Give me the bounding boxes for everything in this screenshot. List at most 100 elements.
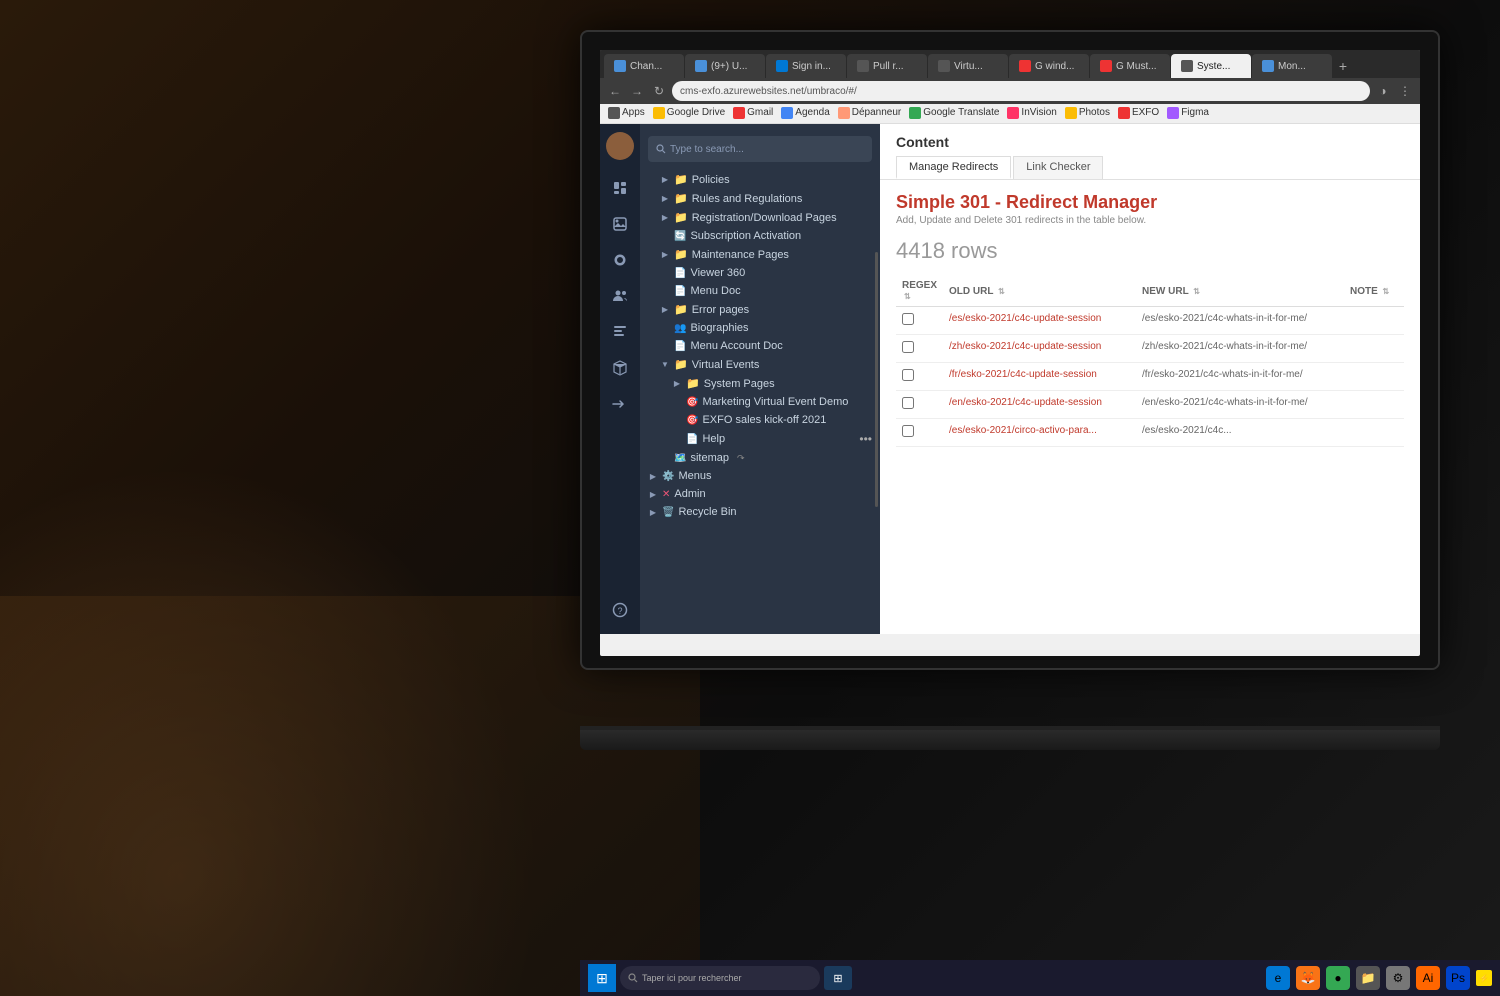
tab-music[interactable]: G Must... (1090, 54, 1170, 78)
tree-item-rules[interactable]: ▶ 📁 Rules and Regulations (640, 189, 880, 208)
tab-mon[interactable]: Mon... (1252, 54, 1332, 78)
bookmark-agenda[interactable]: Agenda (781, 107, 829, 119)
extensions-button[interactable]: ◑ (1374, 82, 1392, 100)
tree-item-help[interactable]: ▶ 📄 Help ••• (640, 429, 880, 449)
apps-icon (608, 107, 620, 119)
table-header-note: NOTE ⇅ (1344, 276, 1404, 307)
bookmark-translate[interactable]: Google Translate (909, 107, 999, 119)
tab-pull[interactable]: Pull r... (847, 54, 927, 78)
note-cell (1344, 335, 1404, 363)
folder-icon: 📁 (674, 173, 688, 186)
tree-item-marketing-event[interactable]: ▶ 🎯 Marketing Virtual Event Demo (640, 393, 880, 411)
chrome-icon[interactable]: ● (1326, 966, 1350, 990)
bookmark-drive[interactable]: Google Drive (653, 107, 725, 119)
tree-item-admin[interactable]: ▶ ✕ Admin (640, 485, 880, 503)
regex-checkbox[interactable] (902, 425, 914, 437)
tab-virtual[interactable]: Virtu... (928, 54, 1008, 78)
sidebar-icon-media[interactable] (604, 208, 636, 240)
new-tab-button[interactable]: + (1333, 54, 1353, 78)
tree-item-exfo-kickoff[interactable]: ▶ 🎯 EXFO sales kick-off 2021 (640, 411, 880, 429)
tab-favicon (776, 60, 788, 72)
tree-item-errorpages[interactable]: ▶ 📁 Error pages (640, 300, 880, 319)
address-text: cms-exfo.azurewebsites.net/umbraco/#/ (680, 86, 857, 97)
explorer-icon[interactable]: 📁 (1356, 966, 1380, 990)
tree-item-registration[interactable]: ▶ 📁 Registration/Download Pages (640, 208, 880, 227)
user-avatar[interactable] (606, 132, 634, 160)
sidebar-icon-help[interactable]: ? (604, 594, 636, 626)
new-url: /zh/esko-2021/c4c-whats-in-it-for-me/ (1142, 341, 1307, 352)
back-button[interactable]: ← (606, 82, 624, 100)
tab-signin[interactable]: Sign in... (766, 54, 846, 78)
regex-checkbox[interactable] (902, 397, 914, 409)
tree-item-recycle[interactable]: ▶ 🗑️ Recycle Bin (640, 503, 880, 521)
regex-checkbox[interactable] (902, 313, 914, 325)
tree-item-subscription[interactable]: ▶ 🔄 Subscription Activation (640, 227, 880, 245)
tab-google[interactable]: G wind... (1009, 54, 1089, 78)
refresh-button[interactable]: ↻ (650, 82, 668, 100)
sidebar-icon-redirect[interactable] (604, 388, 636, 420)
sidebar-icon-users[interactable] (604, 280, 636, 312)
old-url[interactable]: /es/esko-2021/c4c-update-session (949, 313, 1101, 324)
photoshop-icon[interactable]: Ps (1446, 966, 1470, 990)
tree-item-menudoc[interactable]: ▶ 📄 Menu Doc (640, 282, 880, 300)
sidebar-icon-settings[interactable] (604, 244, 636, 276)
search-box[interactable]: Type to search... (648, 136, 872, 162)
menu-button[interactable]: ⋮ (1396, 82, 1414, 100)
old-url[interactable]: /en/esko-2021/c4c-update-session (949, 397, 1102, 408)
tree-item-policies[interactable]: ▶ 📁 Policies (640, 170, 880, 189)
cms-content-area: Content Manage Redirects Link Checker Si… (880, 124, 1420, 634)
address-bar[interactable]: cms-exfo.azurewebsites.net/umbraco/#/ (672, 81, 1370, 101)
bookmark-invision[interactable]: InVision (1007, 107, 1056, 119)
tab-label: Virtu... (954, 61, 983, 72)
sidebar-icon-forms[interactable] (604, 316, 636, 348)
sidebar-icon-content[interactable] (604, 172, 636, 204)
tab-link-checker[interactable]: Link Checker (1013, 156, 1103, 179)
tree-item-systempages[interactable]: ▶ 📁 System Pages (640, 374, 880, 393)
code-icon[interactable]: ⚡ (1476, 970, 1492, 986)
tree-item-biographies[interactable]: ▶ 👥 Biographies (640, 319, 880, 337)
old-url[interactable]: /es/esko-2021/circo-activo-para... (949, 425, 1097, 436)
tab-chan[interactable]: Chan... (604, 54, 684, 78)
tab-notifications[interactable]: (9+) U... (685, 54, 765, 78)
tab-label: Pull r... (873, 61, 904, 72)
firefox-icon[interactable]: 🦊 (1296, 966, 1320, 990)
folder-icon: 📁 (674, 358, 688, 371)
old-url[interactable]: /fr/esko-2021/c4c-update-session (949, 369, 1097, 380)
system-icon[interactable]: ⚙ (1386, 966, 1410, 990)
tree-item-virtualevents[interactable]: ▼ 📁 Virtual Events (640, 355, 880, 374)
taskbar-search[interactable]: Taper ici pour rechercher (620, 966, 820, 990)
tree-item-menus[interactable]: ▶ ⚙️ Menus (640, 467, 880, 485)
old-url[interactable]: /zh/esko-2021/c4c-update-session (949, 341, 1101, 352)
start-button[interactable]: ⊞ (588, 964, 616, 992)
bookmark-depanneur[interactable]: Dépanneur (838, 107, 901, 119)
tree-item-sitemap[interactable]: ▶ 🗺️ sitemap ↷ (640, 449, 880, 467)
redirect-table: REGEX ⇅ OLD URL ⇅ NEW URL (896, 276, 1404, 447)
bookmark-apps[interactable]: Apps (608, 107, 645, 119)
bookmark-photos[interactable]: Photos (1065, 107, 1110, 119)
new-url-cell: /es/esko-2021/c4c-whats-in-it-for-me/ (1136, 307, 1344, 335)
tree-scrollbar[interactable] (875, 252, 878, 507)
illustrator-icon[interactable]: Ai (1416, 966, 1440, 990)
bookmark-gmail[interactable]: Gmail (733, 107, 773, 119)
sidebar-icon-packages[interactable] (604, 352, 636, 384)
bookmark-exfo[interactable]: EXFO (1118, 107, 1159, 119)
screen-bezel: Chan... (9+) U... Sign in... Pull r... (580, 30, 1440, 670)
task-view-button[interactable]: ⊞ (824, 966, 852, 990)
sort-icon: ⇅ (1383, 287, 1390, 296)
tree-item-maintenance[interactable]: ▶ 📁 Maintenance Pages (640, 245, 880, 264)
tree-item-viewer360[interactable]: ▶ 📄 Viewer 360 (640, 264, 880, 282)
folder-icon: 📁 (674, 248, 688, 261)
regex-checkbox[interactable] (902, 369, 914, 381)
regex-checkbox[interactable] (902, 341, 914, 353)
regex-checkbox-cell (896, 419, 943, 447)
bookmark-figma[interactable]: Figma (1167, 107, 1209, 119)
tab-active[interactable]: Syste... (1171, 54, 1251, 78)
tree-item-menuaccount[interactable]: ▶ 📄 Menu Account Doc (640, 337, 880, 355)
context-menu-icon[interactable]: ••• (859, 432, 872, 446)
tab-manage-redirects[interactable]: Manage Redirects (896, 156, 1011, 179)
forward-button[interactable]: → (628, 82, 646, 100)
tab-label: Syste... (1197, 61, 1230, 72)
regex-checkbox-cell (896, 307, 943, 335)
edge-icon[interactable]: e (1266, 966, 1290, 990)
arrow-icon: ▶ (660, 213, 670, 223)
